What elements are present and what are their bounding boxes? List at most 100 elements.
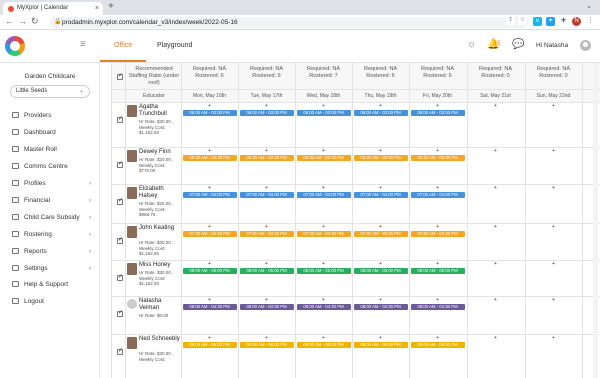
shift-block[interactable]: 06:00 AM - 03:00 PM: [353, 110, 408, 116]
add-shift-button[interactable]: +: [295, 298, 352, 303]
add-shift-button[interactable]: +: [525, 298, 582, 303]
user-greeting[interactable]: Hi Natasha: [536, 42, 568, 49]
browser-tab[interactable]: MyXplor | Calendar ×: [3, 2, 103, 15]
lightbulb-icon[interactable]: ☼: [467, 39, 476, 50]
add-shift-button[interactable]: +: [181, 149, 238, 154]
center-select[interactable]: Little Seeds ⌄: [10, 85, 90, 98]
add-shift-button[interactable]: +: [238, 104, 295, 109]
shift-block[interactable]: 08:00 AM - 05:00 PM: [296, 268, 351, 274]
sidebar-item-profiles[interactable]: Profiles ›: [12, 179, 94, 189]
educator-name[interactable]: Elizabeth Halsey: [139, 186, 183, 200]
sidebar-item-dashboard[interactable]: Dashboard: [12, 128, 94, 138]
add-shift-button[interactable]: +: [181, 336, 238, 341]
sidebar-item-master-roll[interactable]: Master Roll: [12, 145, 94, 155]
educator-name[interactable]: Ned Schneebly: [139, 336, 183, 343]
sidebar-item-rostering[interactable]: Rostering ›: [12, 230, 94, 240]
extensions-puzzle-icon[interactable]: ✚: [559, 17, 568, 26]
tab-playground[interactable]: Playground: [157, 42, 192, 49]
add-shift-button[interactable]: +: [181, 225, 238, 230]
add-shift-button[interactable]: +: [238, 149, 295, 154]
add-shift-button[interactable]: +: [525, 262, 582, 267]
add-shift-button[interactable]: +: [352, 104, 409, 109]
user-avatar[interactable]: [580, 40, 591, 51]
scrollbar[interactable]: [593, 63, 598, 378]
tab-search-chevron-icon[interactable]: ⌄: [586, 2, 592, 10]
add-shift-button[interactable]: +: [352, 336, 409, 341]
add-shift-button[interactable]: +: [295, 262, 352, 267]
add-shift-button[interactable]: +: [409, 262, 466, 267]
add-shift-button[interactable]: +: [295, 149, 352, 154]
chat-icon[interactable]: 💬: [512, 39, 524, 50]
sidebar-item-logout[interactable]: Logout: [12, 297, 94, 307]
row-checkbox[interactable]: [117, 197, 123, 205]
vimeo-extension-icon[interactable]: v: [533, 17, 542, 26]
add-shift-button[interactable]: +: [295, 104, 352, 109]
row-checkbox[interactable]: [117, 236, 123, 244]
add-shift-button[interactable]: +: [238, 336, 295, 341]
shift-block[interactable]: 08:00 AM - 05:00 PM: [239, 268, 294, 274]
add-shift-button[interactable]: +: [467, 225, 524, 230]
shift-block[interactable]: 07:30 AM - 04:30 PM: [410, 231, 465, 237]
select-all-checkbox[interactable]: [117, 72, 123, 80]
add-shift-button[interactable]: +: [467, 186, 524, 191]
add-shift-button[interactable]: +: [525, 104, 582, 109]
educator-name[interactable]: John Keating: [139, 225, 183, 232]
add-shift-button[interactable]: +: [467, 262, 524, 267]
shift-block[interactable]: 07:00 AM - 04:00 PM: [239, 192, 294, 198]
add-shift-button[interactable]: +: [352, 186, 409, 191]
row-checkbox[interactable]: [117, 273, 123, 281]
sidebar-item-settings[interactable]: Settings ›: [12, 264, 94, 274]
address-bar[interactable]: 🔒 prodadmin.myxplor.com/calendar_v3/inde…: [50, 17, 528, 28]
sidebar-item-providers[interactable]: Providers: [12, 111, 94, 121]
add-shift-button[interactable]: +: [238, 262, 295, 267]
add-shift-button[interactable]: +: [409, 225, 466, 230]
shift-block[interactable]: 07:30 AM - 04:30 PM: [239, 231, 294, 237]
row-checkbox[interactable]: [117, 347, 123, 355]
sidebar-item-comms-centre[interactable]: Comms Centre: [12, 162, 94, 172]
browser-menu-icon[interactable]: ⋮: [586, 17, 595, 26]
sidebar-item-help-support[interactable]: Help & Support: [12, 280, 94, 290]
shift-block[interactable]: 08:00 AM - 05:00 PM: [353, 268, 408, 274]
add-shift-button[interactable]: +: [467, 298, 524, 303]
add-shift-button[interactable]: +: [352, 225, 409, 230]
add-shift-button[interactable]: +: [352, 262, 409, 267]
add-shift-button[interactable]: +: [181, 186, 238, 191]
add-shift-button[interactable]: +: [238, 298, 295, 303]
shift-block[interactable]: 08:00 AM - 05:00 PM: [410, 268, 465, 274]
new-tab-button[interactable]: +: [108, 1, 114, 12]
add-shift-button[interactable]: +: [238, 186, 295, 191]
shift-block[interactable]: 06:30 AM - 03:30 PM: [182, 155, 237, 161]
educator-name[interactable]: Miss Honey: [139, 262, 183, 269]
shift-block[interactable]: 08:00 AM - 04:30 PM: [182, 304, 237, 310]
add-shift-button[interactable]: +: [409, 298, 466, 303]
sidebar-item-financial[interactable]: Financial ›: [12, 196, 94, 206]
shift-block[interactable]: 07:00 AM - 04:00 PM: [182, 192, 237, 198]
shift-block[interactable]: 06:30 AM - 03:30 PM: [353, 155, 408, 161]
row-checkbox[interactable]: [117, 115, 123, 123]
sidebar-item-reports[interactable]: Reports ›: [12, 247, 94, 257]
shift-block[interactable]: 08:00 AM - 04:30 PM: [239, 304, 294, 310]
share-icon[interactable]: ⇪: [506, 16, 515, 25]
bookmark-star-icon[interactable]: ☆: [518, 16, 527, 25]
add-shift-button[interactable]: +: [525, 149, 582, 154]
add-shift-button[interactable]: +: [181, 298, 238, 303]
add-shift-button[interactable]: +: [409, 186, 466, 191]
shift-block[interactable]: 07:30 AM - 04:30 PM: [182, 231, 237, 237]
shift-block[interactable]: 08:00 AM - 05:00 PM: [182, 268, 237, 274]
back-arrow-icon[interactable]: ←: [5, 16, 14, 26]
add-shift-button[interactable]: +: [295, 336, 352, 341]
add-shift-button[interactable]: +: [467, 336, 524, 341]
shift-block[interactable]: 08:00 AM - 04:30 PM: [353, 304, 408, 310]
educator-name[interactable]: Agatha Trunchbull: [139, 104, 183, 118]
shift-block[interactable]: 08:00 AM - 04:30 PM: [296, 304, 351, 310]
shift-block[interactable]: 08:00 AM - 04:30 PM: [410, 304, 465, 310]
shift-block[interactable]: 06:00 AM - 03:00 PM: [296, 110, 351, 116]
bird-extension-icon[interactable]: ✦: [546, 17, 555, 26]
add-shift-button[interactable]: +: [525, 186, 582, 191]
shift-block[interactable]: 06:00 AM - 03:00 PM: [410, 110, 465, 116]
add-shift-button[interactable]: +: [352, 298, 409, 303]
add-shift-button[interactable]: +: [352, 149, 409, 154]
add-shift-button[interactable]: +: [467, 104, 524, 109]
shift-block[interactable]: 07:00 AM - 04:00 PM: [410, 192, 465, 198]
shift-block[interactable]: 06:30 AM - 03:30 PM: [296, 155, 351, 161]
